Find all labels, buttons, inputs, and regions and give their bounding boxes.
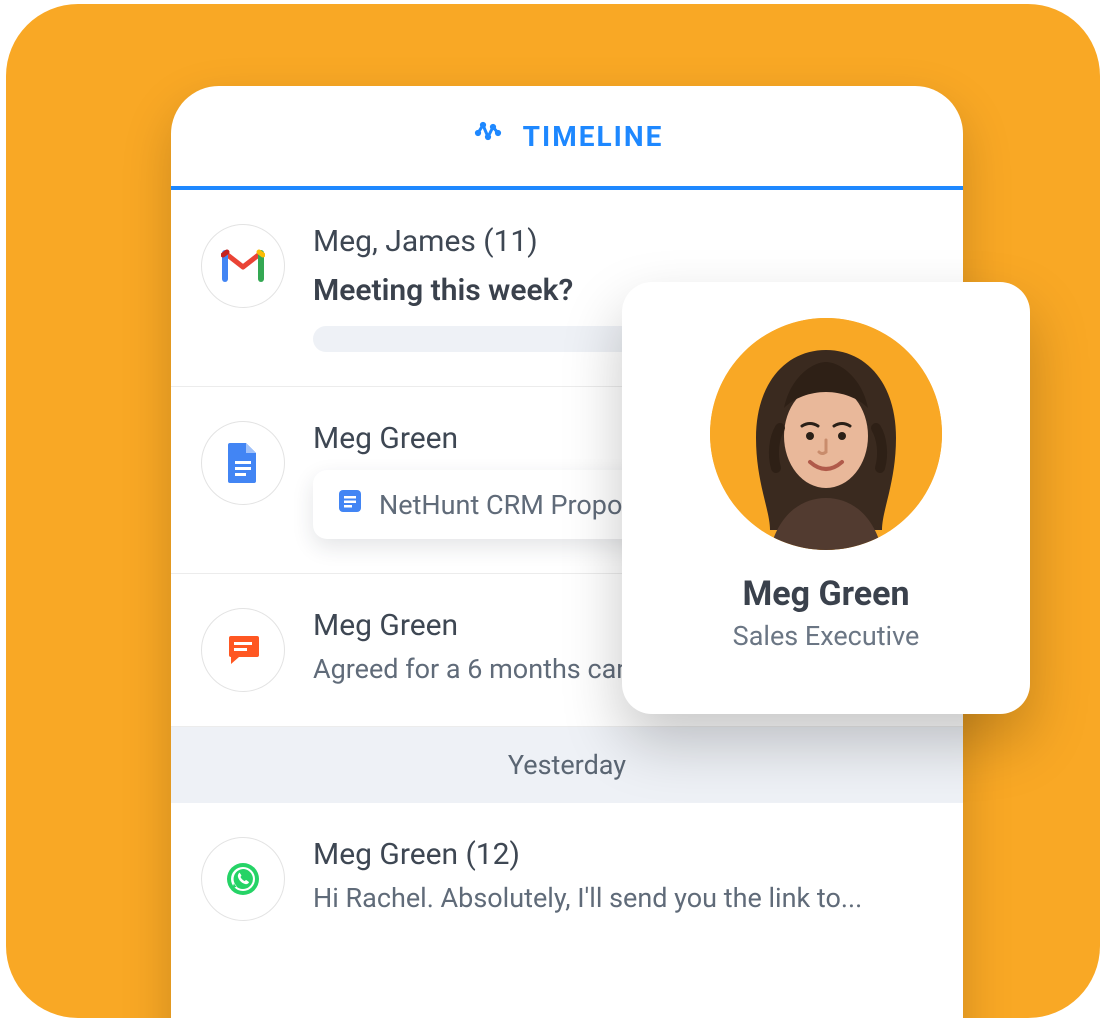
google-docs-icon [201,421,285,505]
timeline-header: TIMELINE [171,86,963,190]
gmail-icon [201,224,285,308]
entry-body-text: Hi Rachel. Absolutely, I'll send you the… [313,882,937,914]
contact-name: Meg Green [742,574,909,614]
chat-icon [201,608,285,692]
divider-label: Yesterday [508,749,626,781]
doc-chip-icon [337,488,363,521]
timeline-entry[interactable]: Meg Green (12) Hi Rachel. Absolutely, I'… [171,803,963,955]
contact-card[interactable]: Meg Green Sales Executive [622,282,1030,714]
activity-icon [471,119,505,153]
timeline-title: TIMELINE [523,120,664,153]
avatar [710,318,942,550]
stage-background: TIMELINE Meg, James (11) Meeting this we… [6,4,1100,1018]
entry-title: Meg, James (11) [313,224,937,259]
entry-title: Meg Green (12) [313,837,937,872]
attachment-label: NetHunt CRM Proposal [379,489,658,521]
timeline-date-divider: Yesterday [171,727,963,803]
whatsapp-icon [201,837,285,921]
contact-role: Sales Executive [733,620,920,652]
entry-body: Meg Green (12) Hi Rachel. Absolutely, I'… [313,837,937,914]
